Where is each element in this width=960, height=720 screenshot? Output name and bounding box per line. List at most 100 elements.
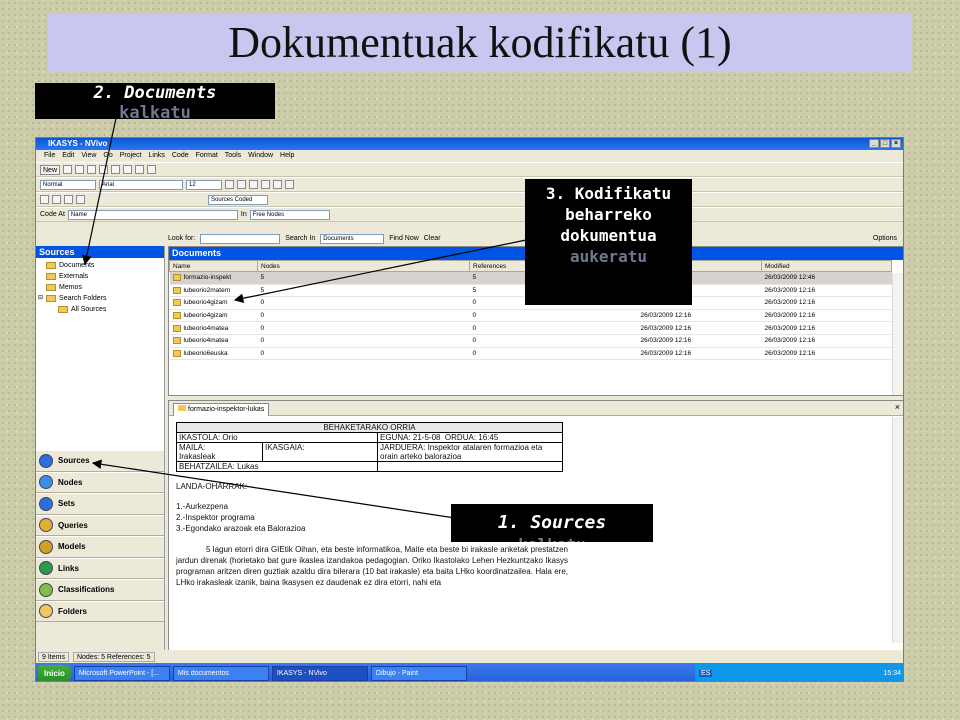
menu-help[interactable]: Help	[280, 150, 294, 162]
italic-icon[interactable]	[237, 180, 246, 189]
nodes-icon	[39, 475, 53, 490]
table-row[interactable]: lubeorio6euska 0 0 26/03/2009 12:16 26/03/20…	[169, 347, 892, 361]
menu-links[interactable]: Links	[149, 150, 165, 162]
maximize-button[interactable]: □	[880, 139, 890, 148]
menu-code[interactable]: Code	[172, 150, 189, 162]
documents-scrollbar[interactable]	[892, 273, 903, 395]
tree-item-memos[interactable]: Memos	[46, 282, 164, 293]
status-bar: 9 Items Nodes: 5 References: 5	[36, 650, 903, 663]
style-select[interactable]: Normal	[40, 179, 96, 190]
clear-button[interactable]: Clear	[424, 235, 441, 242]
close-viewer-icon[interactable]: ×	[895, 402, 900, 412]
align-center-icon[interactable]	[273, 180, 282, 189]
tree-item-all-sources[interactable]: All Sources	[58, 304, 164, 315]
language-indicator[interactable]: ES	[699, 669, 713, 677]
in-select[interactable]: Free Nodes	[249, 209, 330, 220]
nav-button-folders[interactable]: Folders	[36, 600, 164, 622]
document-icon	[172, 299, 181, 307]
in-label: In	[240, 211, 247, 218]
nav-button-models[interactable]: Models	[36, 536, 164, 558]
viewer-scrollbar[interactable]	[892, 417, 903, 643]
paste-icon[interactable]	[99, 165, 109, 174]
list-icon[interactable]	[123, 165, 133, 174]
window-titlebar: IKASYS - NVivo _ □ ×	[36, 138, 903, 150]
cell-refs: 0	[469, 334, 638, 348]
font-select[interactable]: Arial	[99, 179, 183, 190]
menu-file[interactable]: File	[44, 150, 55, 162]
grid-icon[interactable]	[64, 195, 73, 204]
window-title: IKASYS - NVivo	[48, 139, 108, 148]
menu-view[interactable]: View	[81, 150, 96, 162]
size-select[interactable]: 12	[186, 179, 222, 190]
help-icon[interactable]	[147, 165, 157, 174]
underline-icon[interactable]	[249, 180, 258, 189]
bold-icon[interactable]	[225, 180, 234, 189]
nav-button-classifications[interactable]: Classifications	[36, 579, 164, 601]
nvivo-window: IKASYS - NVivo _ □ × File Edit View Go Proje…	[35, 137, 904, 682]
tab-formazio-inspektor-lukas[interactable]: formazio-inspektor-lukas	[173, 403, 270, 416]
search-in-field[interactable]: Documents	[320, 233, 385, 244]
task-powerpoint[interactable]: Microsoft PowerPoint - [...	[73, 665, 170, 681]
minimize-button[interactable]: _	[869, 139, 879, 148]
toolbar-code-at: Code At Name In Free Nodes	[36, 207, 903, 222]
column-header-name[interactable]: Name	[169, 260, 258, 272]
cut-icon[interactable]	[75, 165, 85, 174]
callout-sources: 1. Sources kalkatu	[451, 504, 653, 542]
menu-go[interactable]: Go	[103, 150, 112, 162]
sources-tree: Documents Externals Memos ⊟ Search Folder…	[36, 258, 164, 315]
start-button[interactable]: Inicio	[38, 664, 71, 681]
cell-nodes: 0	[257, 309, 470, 323]
align-left-icon[interactable]	[261, 180, 270, 189]
document-name: lubeorio4gizam	[183, 299, 228, 307]
menu-project[interactable]: Project	[120, 150, 142, 162]
code-at-field[interactable]: Name	[67, 209, 238, 220]
nav-button-label: Links	[58, 563, 79, 573]
close-button[interactable]: ×	[891, 139, 901, 148]
search-in-button[interactable]: Search In	[285, 235, 315, 242]
collapse-icon[interactable]: ⊟	[38, 293, 43, 304]
table-row[interactable]: lubeorio4matea 0 0 26/03/2009 12:16 26/03/20…	[169, 334, 892, 348]
new-button[interactable]: New	[40, 164, 61, 175]
viewer-tabbar: formazio-inspektor-lukas ×	[169, 401, 903, 416]
binoculars-icon[interactable]	[285, 180, 294, 189]
nav-button-sources[interactable]: Sources	[36, 450, 164, 472]
find-now-button[interactable]: Find Now	[389, 235, 419, 242]
cell-name: lubeorio4matea	[169, 321, 258, 335]
code-icon[interactable]	[40, 195, 49, 204]
document-name: lubeorio2matem	[183, 287, 231, 294]
tree-item-externals[interactable]: Externals	[46, 271, 164, 282]
classifications-icon	[39, 582, 53, 597]
grid-icon-2[interactable]	[76, 195, 85, 204]
table-row[interactable]: lubeorio4matea 0 0 26/03/2009 12:16 26/03/20…	[169, 321, 892, 335]
table-row[interactable]: lubeorio4gizam0026/03/2009 12:1626/03/20…	[169, 309, 892, 323]
menu-format[interactable]: Format	[196, 150, 218, 162]
tree-item-documents[interactable]: Documents	[46, 260, 164, 271]
menu-window[interactable]: Window	[248, 150, 273, 162]
nav-button-links[interactable]: Links	[36, 557, 164, 579]
nav-button-queries[interactable]: Queries	[36, 514, 164, 536]
cell-modified: 26/03/2009 12:16	[761, 334, 892, 348]
options-button[interactable]: Options	[873, 235, 897, 242]
chart-icon[interactable]	[135, 165, 145, 174]
folder-icon	[58, 306, 68, 313]
tree-item-search-folders[interactable]: ⊟ Search Folders	[38, 293, 164, 304]
sources-coded-select[interactable]: Sources Coded	[208, 194, 268, 205]
links-icon	[39, 561, 53, 576]
menu-tools[interactable]: Tools	[225, 150, 241, 162]
task-paint[interactable]: Dibujo - Paint	[370, 665, 467, 681]
document-name: lubeorio4matea	[183, 337, 229, 345]
nav-button-nodes[interactable]: Nodes	[36, 471, 164, 493]
column-header-nodes[interactable]: Nodes	[257, 260, 470, 272]
task-nvivo[interactable]: IKASYS - NVivo	[271, 665, 368, 681]
save-icon[interactable]	[63, 165, 73, 174]
look-for-input[interactable]	[200, 233, 281, 244]
menu-edit[interactable]: Edit	[62, 150, 74, 162]
copy-icon[interactable]	[87, 165, 97, 174]
undo-icon[interactable]	[111, 165, 121, 174]
task-mis-documentos[interactable]: Mis documentos	[172, 665, 269, 681]
column-header-modified[interactable]: Modified	[761, 260, 892, 272]
cell-name: lubeorio4gizam	[169, 296, 258, 310]
cell-name: lubeorio4gizam	[169, 309, 258, 323]
nav-button-sets[interactable]: Sets	[36, 493, 164, 515]
uncode-icon[interactable]	[52, 195, 61, 204]
